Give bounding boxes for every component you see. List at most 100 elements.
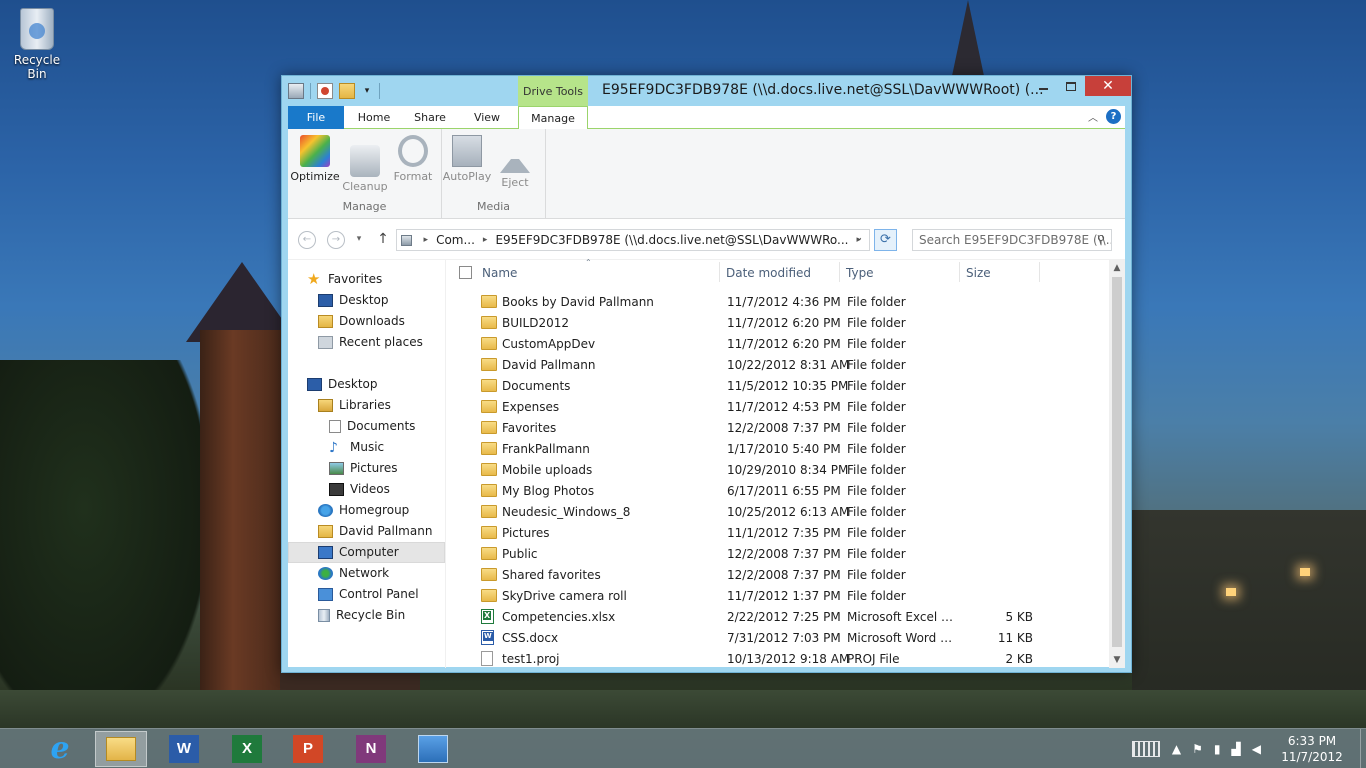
address-bar[interactable]: ▸ Com... ▸ E95EF9DC3FDB978E (\\d.docs.li… — [396, 229, 870, 251]
action-center-flag-icon[interactable]: ⚑ — [1192, 742, 1203, 756]
file-row[interactable]: My Blog Photos 6/17/2011 6:55 PM File fold… — [447, 480, 1109, 501]
nav-item-david-pallmann[interactable]: David Pallmann — [318, 521, 432, 542]
file-row[interactable]: Competencies.xlsx 2/22/2012 7:25 PM Micros… — [447, 606, 1109, 627]
breadcrumb-computer[interactable]: Com... — [436, 233, 475, 247]
back-button[interactable]: ← — [298, 231, 316, 249]
autoplay-button[interactable]: AutoPlay — [442, 135, 492, 183]
nav-item-recent-places[interactable]: Recent places — [318, 332, 423, 353]
minimize-button[interactable] — [1029, 76, 1057, 96]
file-row[interactable]: Pictures 11/1/2012 7:35 PM File folder — [447, 522, 1109, 543]
maximize-button[interactable] — [1057, 76, 1085, 96]
taskbar-button[interactable]: W — [158, 731, 210, 767]
nav-item-desktop[interactable]: Desktop — [318, 290, 389, 311]
forward-button[interactable]: → — [327, 231, 345, 249]
nav-item-downloads[interactable]: Downloads — [318, 311, 405, 332]
show-desktop-button[interactable] — [1360, 729, 1366, 768]
taskbar-button[interactable]: N — [345, 731, 397, 767]
refresh-button[interactable]: ⟳ — [874, 229, 897, 251]
column-divider[interactable] — [719, 262, 720, 282]
tab-file[interactable]: File — [288, 106, 344, 129]
nav-item-documents[interactable]: Documents — [329, 416, 415, 437]
column-header-type[interactable]: Type — [846, 266, 874, 280]
up-button[interactable]: ↑ — [374, 231, 392, 249]
nav-item-desktop-root[interactable]: Desktop — [307, 374, 378, 395]
tab-manage[interactable]: Manage — [518, 106, 588, 130]
desktop-recycle-bin[interactable]: Recycle Bin — [4, 6, 70, 81]
file-row[interactable]: SkyDrive camera roll 11/7/2012 1:37 PM Fil… — [447, 585, 1109, 606]
clock[interactable]: 6:33 PM 11/7/2012 — [1272, 733, 1352, 765]
scroll-up-arrow-icon[interactable]: ▲ — [1109, 260, 1125, 276]
cleanup-button[interactable]: Cleanup — [340, 135, 390, 193]
network-signal-icon[interactable]: ▟ — [1232, 742, 1241, 756]
file-type: File folder — [847, 589, 906, 603]
eject-button[interactable]: Eject — [490, 135, 540, 189]
taskbar-button[interactable] — [407, 731, 459, 767]
column-divider[interactable] — [1039, 262, 1040, 282]
show-hidden-icons-icon[interactable]: ▲ — [1172, 742, 1181, 756]
help-icon[interactable]: ? — [1106, 109, 1121, 124]
taskbar-button[interactable]: P — [282, 731, 334, 767]
recent-locations-chevron-icon[interactable]: ▾ — [354, 231, 364, 249]
file-row[interactable]: test1.proj 10/13/2012 9:18 AM PROJ File 2 K… — [447, 648, 1109, 669]
file-row[interactable]: Shared favorites 12/2/2008 7:37 PM File fo… — [447, 564, 1109, 585]
column-header-size[interactable]: Size — [966, 266, 991, 280]
column-header-name[interactable]: Name — [482, 266, 517, 280]
nav-item-network[interactable]: Network — [318, 563, 389, 584]
select-all-checkbox[interactable] — [459, 266, 472, 279]
file-row[interactable]: Public 12/2/2008 7:37 PM File folder — [447, 543, 1109, 564]
properties-icon[interactable] — [288, 83, 304, 99]
taskbar-button[interactable]: e — [34, 731, 86, 767]
nav-item-homegroup[interactable]: Homegroup — [318, 500, 409, 521]
nav-item-videos[interactable]: Videos — [329, 479, 390, 500]
file-row[interactable]: Neudesic_Windows_8 10/25/2012 6:13 AM File… — [447, 501, 1109, 522]
column-header-date-modified[interactable]: Date modified — [726, 266, 811, 280]
format-icon — [398, 135, 428, 167]
breadcrumb-chevron-icon[interactable]: ▸ — [424, 235, 429, 245]
tab-share[interactable]: Share — [404, 106, 456, 129]
taskbar-button[interactable] — [95, 731, 147, 767]
new-item-icon[interactable] — [317, 83, 333, 99]
file-row[interactable]: BUILD2012 11/7/2012 6:20 PM File folder — [447, 312, 1109, 333]
tab-view[interactable]: View — [458, 106, 516, 129]
vertical-scrollbar[interactable]: ▲ ▼ — [1109, 260, 1125, 668]
optimize-button[interactable]: Optimize — [290, 135, 340, 183]
nav-item-pictures[interactable]: Pictures — [329, 458, 398, 479]
search-input[interactable]: Search E95EF9DC3FDB978E (\\... ⚲ — [912, 229, 1112, 251]
scrollbar-thumb[interactable] — [1112, 277, 1122, 647]
file-row[interactable]: David Pallmann 10/22/2012 8:31 AM File fol… — [447, 354, 1109, 375]
nav-item-music[interactable]: ♪ Music — [329, 437, 384, 458]
power-icon[interactable]: ▮ — [1214, 742, 1221, 756]
nav-item-favorites[interactable]: ★ Favorites — [307, 269, 382, 290]
nav-item-control-panel[interactable]: Control Panel — [318, 584, 419, 605]
tab-home[interactable]: Home — [346, 106, 402, 129]
volume-icon[interactable]: ◀ — [1252, 742, 1261, 756]
column-divider[interactable] — [959, 262, 960, 282]
file-row[interactable]: Expenses 11/7/2012 4:53 PM File folder — [447, 396, 1109, 417]
nav-item-libraries[interactable]: Libraries — [318, 395, 391, 416]
minimize-ribbon-chevron-icon[interactable]: ︿ — [1088, 109, 1098, 124]
touch-keyboard-icon[interactable] — [1131, 741, 1160, 757]
nav-item-recycle-bin[interactable]: Recycle Bin — [318, 605, 405, 626]
close-button[interactable]: ✕ — [1085, 76, 1131, 96]
taskbar-button[interactable]: X — [221, 731, 273, 767]
scroll-down-arrow-icon[interactable]: ▼ — [1109, 652, 1125, 668]
customize-toolbar-chevron-icon[interactable]: ▾ — [361, 86, 373, 96]
music-icon: ♪ — [329, 439, 338, 456]
address-dropdown-chevron-icon[interactable]: ⌄ — [855, 233, 863, 243]
file-list: ⌃ Name Date modified Type Size Books by … — [447, 258, 1125, 669]
file-row[interactable]: Mobile uploads 10/29/2010 8:34 PM File fol… — [447, 459, 1109, 480]
title-bar[interactable]: ▾ Drive Tools E95EF9DC3FDB978E (\\d.docs… — [282, 76, 1131, 106]
breadcrumb-drive[interactable]: E95EF9DC3FDB978E (\\d.docs.live.net@SSL\… — [495, 233, 848, 247]
column-divider[interactable] — [839, 262, 840, 282]
file-row[interactable]: FrankPallmann 1/17/2010 5:40 PM File folde… — [447, 438, 1109, 459]
file-name: CSS.docx — [502, 631, 559, 645]
file-row[interactable]: Documents 11/5/2012 10:35 PM File folder — [447, 375, 1109, 396]
file-row[interactable]: Favorites 12/2/2008 7:37 PM File folder — [447, 417, 1109, 438]
file-row[interactable]: Books by David Pallmann 11/7/2012 4:36 PM… — [447, 291, 1109, 312]
nav-item-computer[interactable]: Computer — [288, 542, 445, 563]
new-folder-icon[interactable] — [339, 83, 355, 99]
format-button[interactable]: Format — [388, 135, 438, 183]
file-row[interactable]: CustomAppDev 11/7/2012 6:20 PM File folder — [447, 333, 1109, 354]
breadcrumb-chevron-icon[interactable]: ▸ — [483, 235, 488, 245]
file-row[interactable]: CSS.docx 7/31/2012 7:03 PM Microsoft Word … — [447, 627, 1109, 648]
